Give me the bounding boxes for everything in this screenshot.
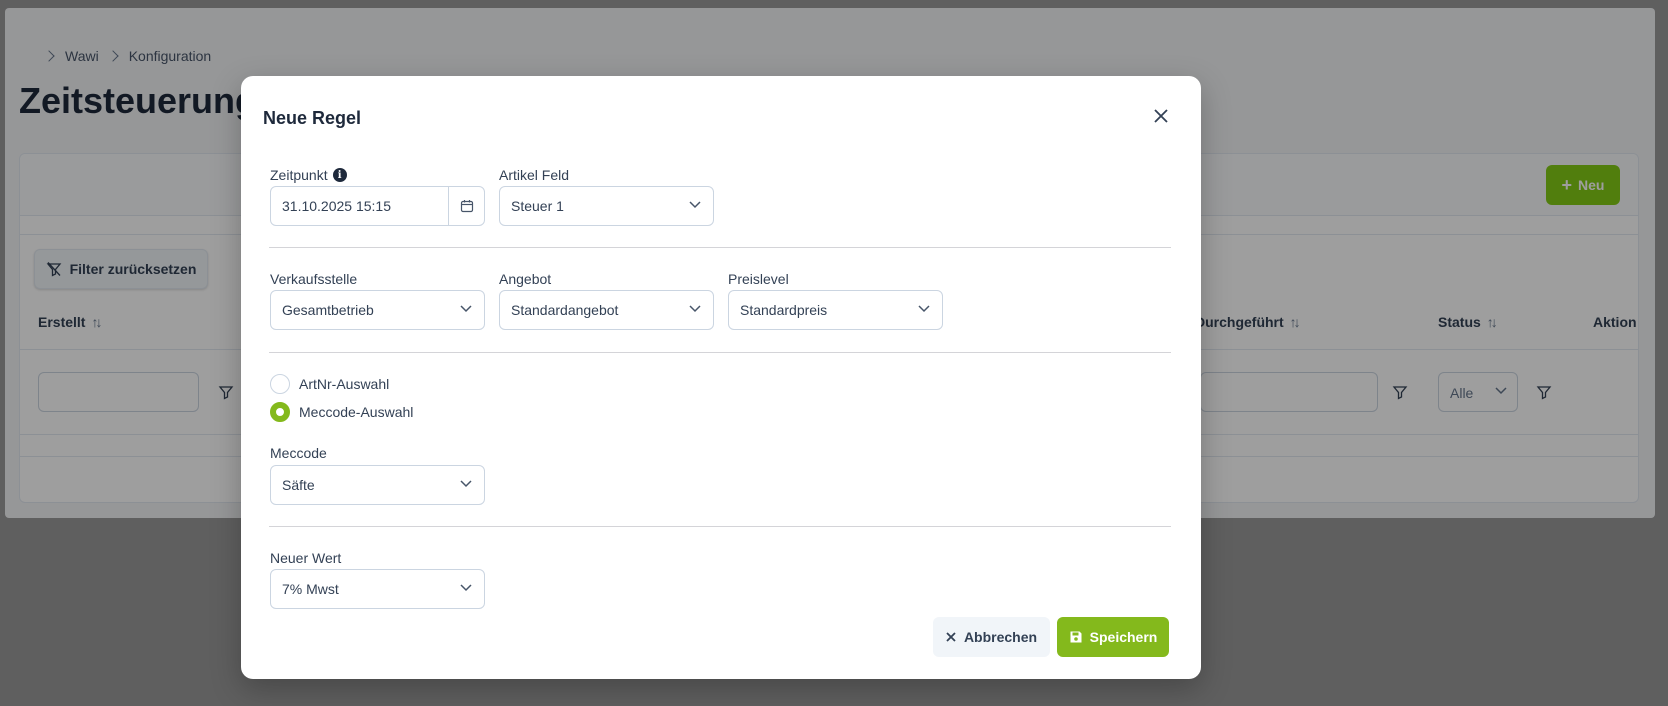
zeitpunkt-label: Zeitpunkt i	[270, 167, 347, 183]
artnr-radio-label: ArtNr-Auswahl	[299, 376, 390, 392]
chevron-down-icon	[689, 305, 701, 313]
preislevel-select[interactable]: Standardpreis	[728, 290, 943, 330]
chevron-down-icon	[460, 584, 472, 592]
chevron-down-icon	[689, 201, 701, 209]
close-icon	[1154, 109, 1168, 123]
new-rule-dialog: Neue Regel Zeitpunkt i 31.10.2025 15:15 …	[241, 76, 1201, 679]
artikel-feld-value: Steuer 1	[511, 198, 564, 214]
artikel-feld-select[interactable]: Steuer 1	[499, 186, 714, 226]
close-button[interactable]	[1149, 104, 1173, 128]
zeitpunkt-date-input[interactable]: 31.10.2025 15:15	[270, 186, 485, 226]
meccode-radio-label: Meccode-Auswahl	[299, 404, 414, 420]
angebot-select[interactable]: Standardangebot	[499, 290, 714, 330]
save-button[interactable]: Speichern	[1057, 617, 1169, 657]
preislevel-label: Preislevel	[728, 271, 789, 287]
section-divider	[269, 526, 1171, 527]
meccode-select[interactable]: Säfte	[270, 465, 485, 505]
radio-circle-meccode	[270, 402, 290, 422]
dialog-title: Neue Regel	[263, 108, 362, 128]
chevron-down-icon	[460, 480, 472, 488]
calendar-button[interactable]	[448, 187, 484, 225]
calendar-icon	[460, 200, 473, 213]
meccode-value: Säfte	[282, 477, 315, 493]
info-icon[interactable]: i	[332, 168, 347, 182]
meccode-radio[interactable]: Meccode-Auswahl	[270, 402, 413, 422]
save-icon	[1070, 631, 1082, 643]
radio-circle-artnr	[270, 374, 290, 394]
chevron-down-icon	[460, 305, 472, 313]
chevron-down-icon	[918, 305, 930, 313]
section-divider	[269, 247, 1171, 248]
artnr-radio[interactable]: ArtNr-Auswahl	[270, 374, 389, 394]
meccode-label: Meccode	[270, 445, 327, 461]
verkaufsstelle-label: Verkaufsstelle	[270, 271, 358, 287]
neuer-wert-select[interactable]: 7% Mwst	[270, 569, 485, 609]
cancel-button-label: Abbrechen	[963, 629, 1038, 645]
preislevel-value: Standardpreis	[740, 302, 828, 318]
times-icon	[946, 632, 956, 642]
save-button-label: Speichern	[1089, 629, 1158, 645]
zeitpunkt-label-text: Zeitpunkt	[270, 167, 328, 183]
neuer-wert-label: Neuer Wert	[270, 550, 342, 566]
neuer-wert-value: 7% Mwst	[282, 581, 339, 597]
zeitpunkt-value: 31.10.2025 15:15	[282, 198, 391, 214]
section-divider	[269, 352, 1171, 353]
verkaufsstelle-select[interactable]: Gesamtbetrieb	[270, 290, 485, 330]
angebot-value: Standardangebot	[511, 302, 619, 318]
angebot-label: Angebot	[499, 271, 552, 287]
artikel-feld-label: Artikel Feld	[499, 167, 570, 183]
cancel-button[interactable]: Abbrechen	[933, 617, 1050, 657]
verkaufsstelle-value: Gesamtbetrieb	[282, 302, 374, 318]
